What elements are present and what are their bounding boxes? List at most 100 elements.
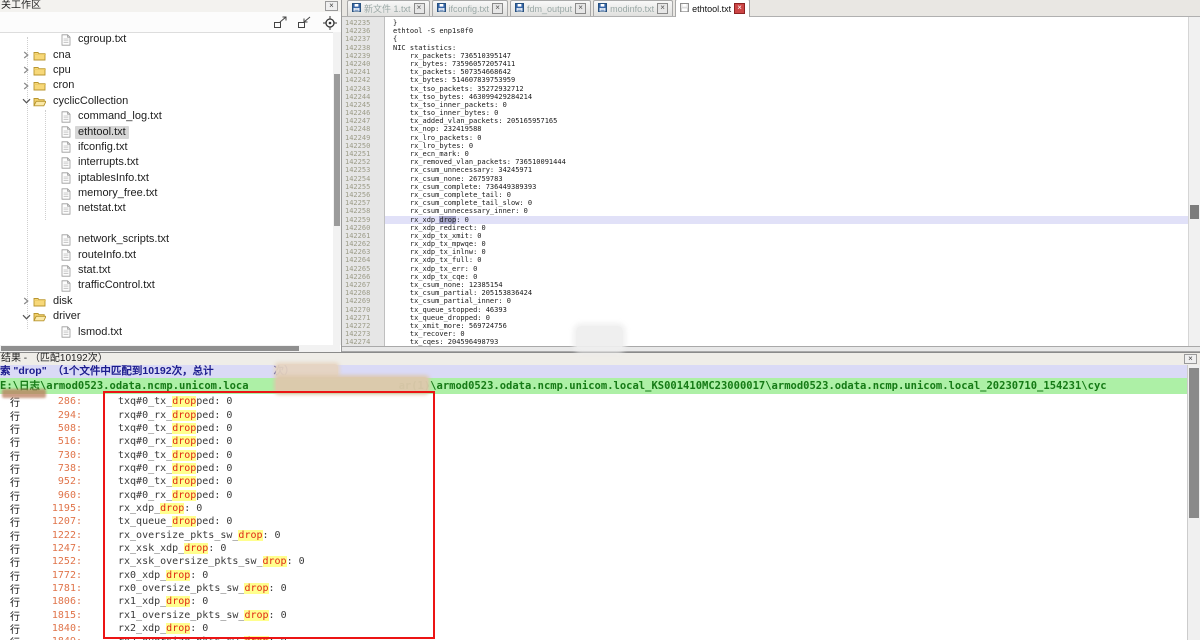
tree-item-driver[interactable]: driver	[0, 309, 333, 324]
search-result-row[interactable]: 行 294: rxq#0_rx_dropped: 0	[0, 408, 1188, 421]
search-result-row[interactable]: 行 1806: rx1_xdp_drop: 0	[0, 595, 1188, 608]
editor-vertical-scrollbar[interactable]	[1188, 17, 1200, 347]
tree-expander-icon[interactable]	[22, 313, 33, 321]
editor-line: 142255 rx_csum_complete: 736449389393	[342, 183, 1189, 191]
match-highlight: drop	[172, 476, 196, 487]
search-result-row[interactable]: 行 1252: rx_xsk_oversize_pkts_sw_drop: 0	[0, 555, 1188, 568]
line-text: rx_bytes: 735960572057411	[385, 60, 1189, 68]
tree-item-disk[interactable]: disk	[0, 294, 333, 309]
row-match-text: txq#0_tx_dropped: 0	[118, 423, 232, 434]
line-number: 142237	[342, 35, 385, 43]
tree-item-iptablesInfo.txt[interactable]: iptablesInfo.txt	[0, 171, 333, 186]
tab-ethtool.txt[interactable]: ethtool.txt ×	[675, 0, 750, 17]
row-match-text: rx_xsk_xdp_drop: 0	[118, 543, 226, 554]
collapse-all-icon[interactable]	[297, 16, 313, 29]
match-highlight: drop	[172, 436, 196, 447]
search-result-row[interactable]: 行 1207: tx_queue_dropped: 0	[0, 515, 1188, 528]
locate-file-icon[interactable]	[323, 16, 339, 29]
row-line-prefix: 行	[10, 634, 26, 640]
file-icon	[61, 249, 71, 261]
tree-item-command_log.txt[interactable]: command_log.txt	[0, 109, 333, 124]
tab-close-icon[interactable]: ×	[492, 3, 503, 14]
line-number: 142273	[342, 330, 385, 338]
editor-line: 142271 tx_queue_dropped: 0	[342, 314, 1189, 322]
tree-expander-icon[interactable]	[22, 51, 33, 59]
tree-item-routeInfo.txt[interactable]: routeInfo.txt	[0, 247, 333, 262]
tree-item-trafficControl.txt[interactable]: trafficControl.txt	[0, 278, 333, 293]
editor-line: 142249 rx_lro_packets: 0	[342, 134, 1189, 142]
tree-item-label: cgroup.txt	[75, 33, 129, 46]
app-window: 关工作区 × cgroup.txt cna cpu	[0, 0, 1200, 640]
line-text: tx_tso_inner_packets: 0	[385, 101, 1189, 109]
search-result-row[interactable]: 行 738: rxq#0_rx_dropped: 0	[0, 462, 1188, 475]
search-result-row[interactable]: 行 730: txq#0_tx_dropped: 0	[0, 448, 1188, 461]
results-vertical-scrollbar[interactable]	[1187, 365, 1200, 640]
tab-close-icon[interactable]: ×	[734, 3, 745, 14]
editor-pane[interactable]: 142235 } 142236 ethtool -S enp1s0f0 1422…	[342, 17, 1200, 347]
row-line-number: 738:	[26, 463, 82, 474]
tab-ifconfig.txt[interactable]: ifconfig.txt ×	[432, 0, 509, 16]
row-match-text: txq#0_tx_dropped: 0	[118, 396, 232, 407]
line-number: 142272	[342, 322, 385, 330]
tree-vertical-scrollbar[interactable]	[333, 32, 341, 345]
tree-item-network_scripts.txt[interactable]: network_scripts.txt	[0, 232, 333, 247]
tree-expander-icon[interactable]	[22, 297, 33, 305]
editor-line: 142238 NIC statistics:	[342, 44, 1189, 52]
editor-line: 142241 tx_packets: 507354668642	[342, 68, 1189, 76]
search-result-row[interactable]: 行 516: rxq#0_rx_dropped: 0	[0, 435, 1188, 448]
tree-item-cgroup.txt[interactable]: cgroup.txt	[0, 32, 333, 47]
search-result-row[interactable]: 行 1849: rx2_oversize_pkts_sw_drop: 0	[0, 635, 1188, 640]
tree-item-ifconfig.txt[interactable]: ifconfig.txt	[0, 140, 333, 155]
tree-item-netstat.txt[interactable]: netstat.txt	[0, 201, 333, 216]
search-result-row[interactable]: 行 1247: rx_xsk_xdp_drop: 0	[0, 542, 1188, 555]
row-match-text: rxq#0_rx_dropped: 0	[118, 463, 232, 474]
save-icon	[352, 3, 361, 14]
tree-expander-icon[interactable]	[22, 66, 33, 74]
tree-expander-icon[interactable]	[22, 82, 33, 90]
search-result-row[interactable]: 行 1195: rx_xdp_drop: 0	[0, 502, 1188, 515]
tree-horizontal-scrollbar[interactable]	[0, 345, 340, 352]
tree-item-ethtool.txt[interactable]: ethtool.txt	[0, 124, 333, 139]
tree-item-cpu[interactable]: cpu	[0, 63, 333, 78]
search-result-row[interactable]: 行 960: rxq#0_rx_dropped: 0	[0, 488, 1188, 501]
tree-item-memory_free.txt[interactable]: memory_free.txt	[0, 186, 333, 201]
editor-line: 142236 ethtool -S enp1s0f0	[342, 27, 1189, 35]
search-result-row[interactable]: 行 1772: rx0_xdp_drop: 0	[0, 568, 1188, 581]
scrollbar-thumb[interactable]	[1189, 368, 1199, 518]
search-result-row[interactable]: 行 1781: rx0_oversize_pkts_sw_drop: 0	[0, 582, 1188, 595]
scrollbar-thumb[interactable]	[1, 346, 299, 351]
line-text: tx_csum_none: 12385154	[385, 281, 1189, 289]
workspace-panel: 关工作区 × cgroup.txt cna cpu	[0, 0, 342, 352]
expand-all-icon[interactable]	[273, 16, 289, 29]
search-result-row[interactable]: 行 508: txq#0_tx_dropped: 0	[0, 422, 1188, 435]
tab-close-icon[interactable]: ×	[414, 3, 425, 14]
editor-text[interactable]: 142235 } 142236 ethtool -S enp1s0f0 1422…	[342, 19, 1189, 347]
tab-close-icon[interactable]: ×	[575, 3, 586, 14]
search-result-row[interactable]: 行 286: txq#0_tx_dropped: 0	[0, 395, 1188, 408]
result-file-path-row[interactable]: E:\日志\armod0523.odata.ncmp.unicom.locaar…	[0, 378, 1188, 394]
tab-close-icon[interactable]: ×	[657, 3, 668, 14]
tab-modinfo.txt[interactable]: modinfo.txt ×	[593, 0, 673, 16]
workspace-close-icon[interactable]: ×	[325, 1, 338, 11]
tree-item-cyclicCollection[interactable]: cyclicCollection	[0, 94, 333, 109]
tree-item-stat.txt[interactable]: stat.txt	[0, 263, 333, 278]
tree-item-cron[interactable]: cron	[0, 78, 333, 93]
line-number: 142265	[342, 265, 385, 273]
tree-item-interrupts.txt[interactable]: interrupts.txt	[0, 155, 333, 170]
tab-fdm_output[interactable]: fdm_output ×	[510, 0, 591, 16]
search-result-row[interactable]: 行 1222: rx_oversize_pkts_sw_drop: 0	[0, 528, 1188, 541]
tab-新文件 1.txt[interactable]: 新文件 1.txt ×	[347, 0, 430, 16]
scrollbar-thumb[interactable]	[334, 74, 340, 226]
search-result-row[interactable]: 行 1840: rx2_xdp_drop: 0	[0, 622, 1188, 635]
editor-line: 142245 tx_tso_inner_packets: 0	[342, 101, 1189, 109]
match-highlight: drop	[172, 450, 196, 461]
tree-expander-icon[interactable]	[22, 97, 33, 105]
tree-item-lsmod.txt[interactable]: lsmod.txt	[0, 324, 333, 339]
line-number: 142249	[342, 134, 385, 142]
search-result-row[interactable]: 行 952: txq#0_tx_dropped: 0	[0, 475, 1188, 488]
search-result-row[interactable]: 行 1815: rx1_oversize_pkts_sw_drop: 0	[0, 609, 1188, 622]
scrollbar-thumb[interactable]	[1190, 205, 1199, 219]
tree-item-cna[interactable]: cna	[0, 47, 333, 62]
line-text: rx_xdp_redirect: 0	[385, 224, 1189, 232]
results-close-icon[interactable]: ×	[1184, 354, 1197, 364]
